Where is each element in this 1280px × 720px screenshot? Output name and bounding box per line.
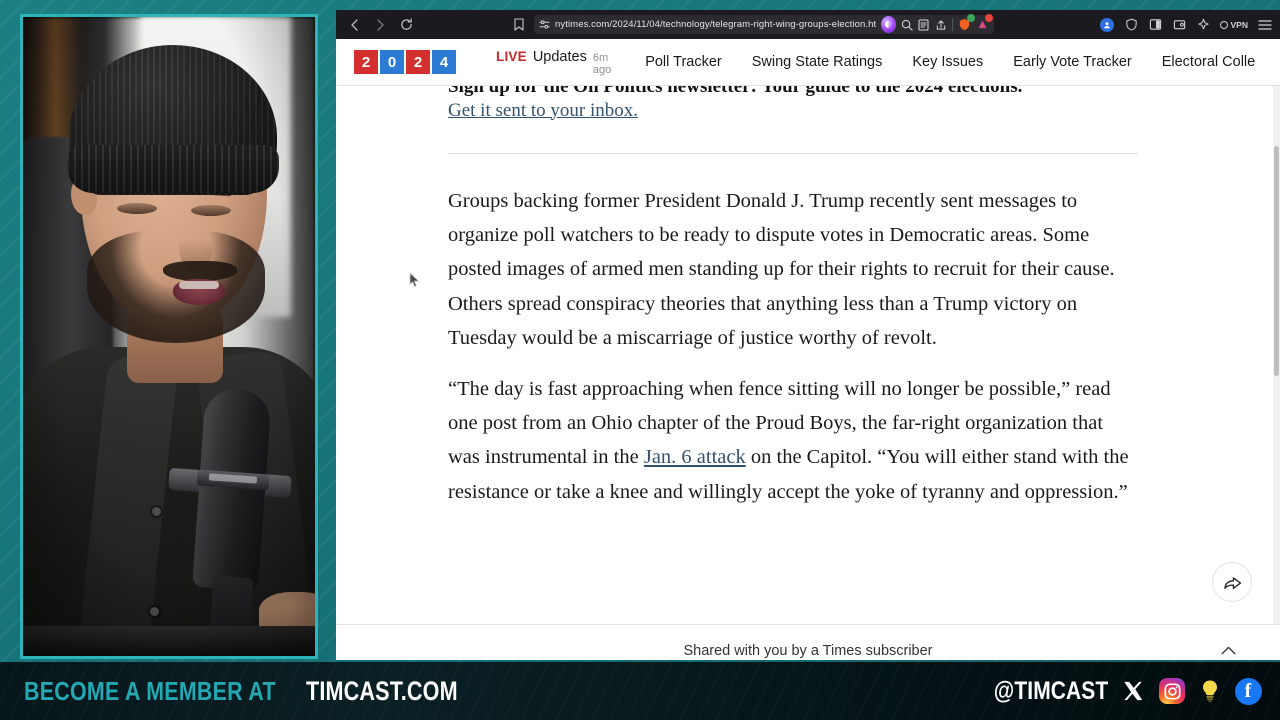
election-nav-bar: 2 0 2 4 LIVE Updates 6m ago Poll Tracker…: [336, 39, 1280, 86]
shared-with-you-bar: Shared with you by a Times subscriber: [336, 624, 1280, 660]
leo-sparkle-icon[interactable]: [1196, 17, 1211, 32]
toolbar-divider: [952, 18, 953, 31]
scrollbar-thumb[interactable]: [1274, 146, 1279, 376]
mouse-pointer: [409, 272, 421, 288]
brave-shields-icon[interactable]: [958, 14, 975, 32]
live-updates-label: Updates: [532, 48, 587, 65]
newsletter-promo: Sign up for the On Politics newsletter: …: [448, 86, 1138, 154]
membership-site: TIMCAST.COM: [306, 675, 458, 706]
webcam-video: [23, 17, 315, 656]
logo-digit: 4: [432, 50, 456, 74]
facebook-icon: f: [1234, 677, 1262, 705]
brave-rewards-icon[interactable]: [976, 14, 993, 32]
jacket-button: [152, 507, 161, 516]
shared-with-you-text: Shared with you by a Times subscriber: [683, 643, 933, 659]
reload-button[interactable]: [396, 15, 416, 35]
social-handles: @TIMCAST f: [972, 677, 1262, 706]
site-settings-icon[interactable]: [539, 19, 550, 30]
nav-link-poll-tracker[interactable]: Poll Tracker: [645, 54, 722, 70]
back-button[interactable]: [344, 15, 364, 35]
newsletter-signup-link[interactable]: Get it sent to your inbox.: [448, 100, 638, 121]
vpn-toggle[interactable]: VPN: [1219, 19, 1248, 30]
vpn-toggle-icon: [1219, 20, 1228, 29]
live-updates-link[interactable]: LIVE Updates 6m ago: [496, 49, 611, 76]
beanie-cuff: [67, 145, 279, 193]
wallet-icon[interactable]: [1172, 17, 1187, 32]
facebook-letter: f: [1234, 677, 1262, 705]
reader-mode-icon[interactable]: [918, 17, 930, 32]
shields-count-badge: [967, 14, 975, 22]
article-paragraph-1: Groups backing former President Donald J…: [448, 184, 1138, 355]
minds-bulb-icon: [1197, 678, 1223, 704]
forward-button[interactable]: [370, 15, 390, 35]
nav-link-electoral-college[interactable]: Electoral Colle: [1162, 54, 1256, 70]
profile-icon[interactable]: [1100, 17, 1115, 32]
eye-left: [117, 203, 157, 214]
leo-ai-icon[interactable]: [880, 16, 896, 33]
instagram-icon: [1158, 677, 1186, 705]
browser-toolbar: nytimes.com/2024/11/04/technology/telegr…: [336, 10, 1280, 39]
logo-2024[interactable]: 2 0 2 4: [354, 50, 456, 74]
desk-edge: [23, 626, 315, 656]
address-bar[interactable]: nytimes.com/2024/11/04/technology/telegr…: [534, 14, 994, 34]
nytimes-page: 2 0 2 4 LIVE Updates 6m ago Poll Tracker…: [336, 39, 1280, 660]
screen: nytimes.com/2024/11/04/technology/telegr…: [0, 0, 1280, 720]
brave-shields-badge-icon[interactable]: [1124, 17, 1139, 32]
teeth: [179, 281, 219, 289]
share-icon[interactable]: [935, 17, 947, 32]
nav-link-key-issues[interactable]: Key Issues: [912, 54, 983, 70]
membership-prefix: BECOME A MEMBER AT: [24, 675, 276, 706]
mustache: [163, 261, 237, 281]
zoom-search-icon[interactable]: [901, 17, 913, 32]
share-arrow-icon[interactable]: [1212, 562, 1252, 602]
bookmark-icon[interactable]: [510, 18, 528, 31]
membership-callout: BECOME A MEMBER AT TIMCAST.COM: [24, 676, 496, 707]
eye-right: [191, 205, 231, 216]
jan-6-attack-link[interactable]: Jan. 6 attack: [644, 446, 746, 468]
live-timestamp: 6m ago: [592, 51, 612, 76]
article-column: Sign up for the On Politics newsletter: …: [448, 86, 1138, 509]
article-paragraph-2: “The day is fast approaching when fence …: [448, 372, 1138, 509]
lower-third-banner: BECOME A MEMBER AT TIMCAST.COM @TIMCAST: [0, 662, 1280, 720]
logo-digit: 2: [354, 50, 378, 74]
nav-link-swing-state-ratings[interactable]: Swing State Ratings: [752, 54, 883, 70]
rewards-count-badge: [985, 14, 993, 22]
sidebar-panel-icon[interactable]: [1148, 17, 1163, 32]
url-text[interactable]: nytimes.com/2024/11/04/technology/telegr…: [555, 19, 876, 30]
x-twitter-icon: [1119, 677, 1147, 705]
jacket-button: [150, 607, 159, 616]
logo-digit: 0: [380, 50, 404, 74]
chevron-up-icon[interactable]: [1221, 643, 1236, 659]
newsletter-headline: Sign up for the On Politics newsletter: …: [448, 86, 1023, 97]
scrollbar-track[interactable]: [1273, 86, 1280, 624]
paragraph-text: Groups backing former President Donald J…: [448, 190, 1115, 349]
vpn-label: VPN: [1230, 19, 1248, 30]
nav-link-early-vote-tracker[interactable]: Early Vote Tracker: [1013, 54, 1131, 70]
webcam-panel: [20, 14, 318, 659]
browser-window: nytimes.com/2024/11/04/technology/telegr…: [336, 10, 1280, 660]
hamburger-menu-icon[interactable]: [1257, 17, 1272, 32]
browser-right-icons: VPN: [1090, 17, 1272, 32]
live-badge: LIVE: [496, 48, 527, 64]
social-handle: @TIMCAST: [993, 676, 1108, 705]
article-scroll-area[interactable]: Sign up for the On Politics newsletter: …: [336, 86, 1280, 624]
logo-digit: 2: [406, 50, 430, 74]
